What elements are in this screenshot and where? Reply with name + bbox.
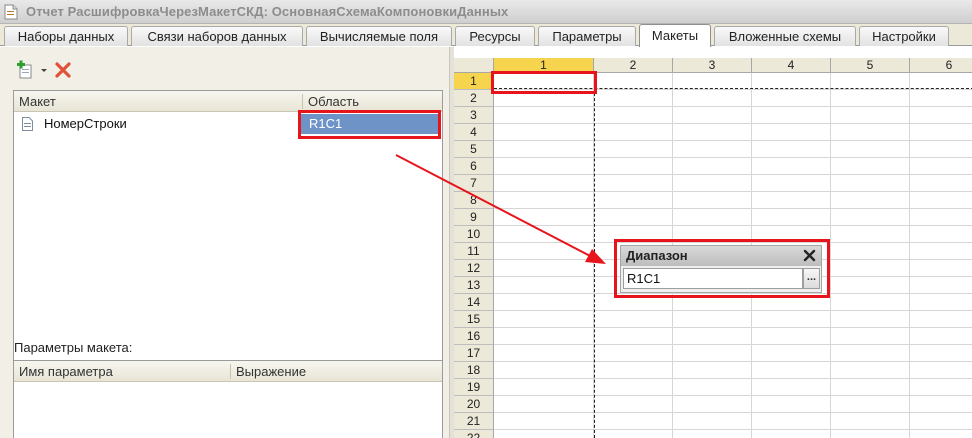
row-header-19[interactable]: 19 — [454, 379, 494, 396]
add-layout-button[interactable] — [14, 59, 36, 81]
row-header-10[interactable]: 10 — [454, 226, 494, 243]
tab-data-sets[interactable]: Наборы данных — [4, 26, 128, 46]
window-title: Отчет РасшифровкаЧерезМакетСКД: Основная… — [26, 4, 509, 19]
row-header-2[interactable]: 2 — [454, 90, 494, 107]
grid-row-line — [494, 429, 972, 430]
tab-bar: Наборы данных Связи наборов данных Вычис… — [0, 24, 972, 47]
row-header-9[interactable]: 9 — [454, 209, 494, 226]
grid-row-line — [494, 106, 972, 107]
grid-row-line — [494, 123, 972, 124]
row-header-7[interactable]: 7 — [454, 175, 494, 192]
layouts-toolbar — [14, 59, 74, 81]
params-table-header: Имя параметра Выражение — [14, 361, 442, 382]
tab-nested-schemas[interactable]: Вложенные схемы — [714, 26, 856, 46]
column-header-4[interactable]: 4 — [752, 58, 831, 73]
add-dropdown-arrow-icon[interactable] — [40, 59, 48, 81]
row-header-8[interactable]: 8 — [454, 192, 494, 209]
tab-calculated-fields[interactable]: Вычисляемые поля — [306, 26, 452, 46]
highlight-range-popup — [614, 239, 830, 298]
row-header-22[interactable]: 22 — [454, 430, 494, 438]
delete-layout-button[interactable] — [52, 59, 74, 81]
grid-row-line — [494, 208, 972, 209]
highlight-area-cell — [298, 110, 441, 139]
grid-row-line — [494, 157, 972, 158]
layout-params-table: Имя параметра Выражение — [13, 360, 443, 438]
grid-row-line — [494, 378, 972, 379]
layouts-table-header: Макет Область — [14, 91, 442, 112]
row-header-15[interactable]: 15 — [454, 311, 494, 328]
delete-icon — [55, 62, 71, 78]
grid-row-line — [494, 225, 972, 226]
tab-parameters[interactable]: Параметры — [538, 26, 636, 46]
layout-name-cell: НомерСтроки — [44, 116, 127, 131]
add-icon — [17, 60, 32, 79]
column-header-6[interactable]: 6 — [910, 58, 972, 73]
row-header-1[interactable]: 1 — [454, 73, 494, 90]
column-header-3[interactable]: 3 — [673, 58, 752, 73]
row-header-16[interactable]: 16 — [454, 328, 494, 345]
row-header-12[interactable]: 12 — [454, 260, 494, 277]
row-header-3[interactable]: 3 — [454, 107, 494, 124]
row-header-18[interactable]: 18 — [454, 362, 494, 379]
grid-col-line — [909, 73, 910, 438]
layout-params-label: Параметры макета: — [14, 340, 133, 355]
column-header-expression[interactable]: Выражение — [231, 361, 443, 382]
row-header-17[interactable]: 17 — [454, 345, 494, 362]
highlight-selected-cell — [491, 71, 597, 94]
tab-data-set-links[interactable]: Связи наборов данных — [131, 26, 303, 46]
tab-resources[interactable]: Ресурсы — [455, 26, 535, 46]
row-header-4[interactable]: 4 — [454, 124, 494, 141]
row-header-14[interactable]: 14 — [454, 294, 494, 311]
column-header-5[interactable]: 5 — [831, 58, 910, 73]
grid-row-line — [494, 395, 972, 396]
area-boundary-vertical — [594, 73, 595, 438]
row-header-11[interactable]: 11 — [454, 243, 494, 260]
row-header-13[interactable]: 13 — [454, 277, 494, 294]
column-header-area[interactable]: Область — [303, 91, 443, 112]
document-icon — [4, 4, 18, 20]
column-header-param-name[interactable]: Имя параметра — [14, 361, 230, 382]
grid-row-line — [494, 361, 972, 362]
grid-row-line — [494, 140, 972, 141]
layouts-panel: Макет Область НомерСтроки R1C1 Параметры… — [0, 47, 449, 438]
row-header-6[interactable]: 6 — [454, 158, 494, 175]
grid-row-line — [494, 327, 972, 328]
grid-row-line — [494, 191, 972, 192]
layout-file-icon — [22, 117, 33, 131]
grid-row-line — [494, 412, 972, 413]
tab-layouts[interactable]: Макеты — [639, 24, 711, 47]
grid-col-line — [830, 73, 831, 438]
grid-row-line — [494, 174, 972, 175]
window-titlebar: Отчет РасшифровкаЧерезМакетСКД: Основная… — [0, 0, 972, 24]
column-header-2[interactable]: 2 — [594, 58, 673, 73]
row-header-21[interactable]: 21 — [454, 413, 494, 430]
column-header-layout[interactable]: Макет — [14, 91, 302, 112]
row-header-5[interactable]: 5 — [454, 141, 494, 158]
grid-row-line — [494, 344, 972, 345]
sheet-corner[interactable] — [454, 58, 494, 73]
grid-row-line — [494, 310, 972, 311]
row-header-20[interactable]: 20 — [454, 396, 494, 413]
tab-settings[interactable]: Настройки — [859, 26, 949, 46]
